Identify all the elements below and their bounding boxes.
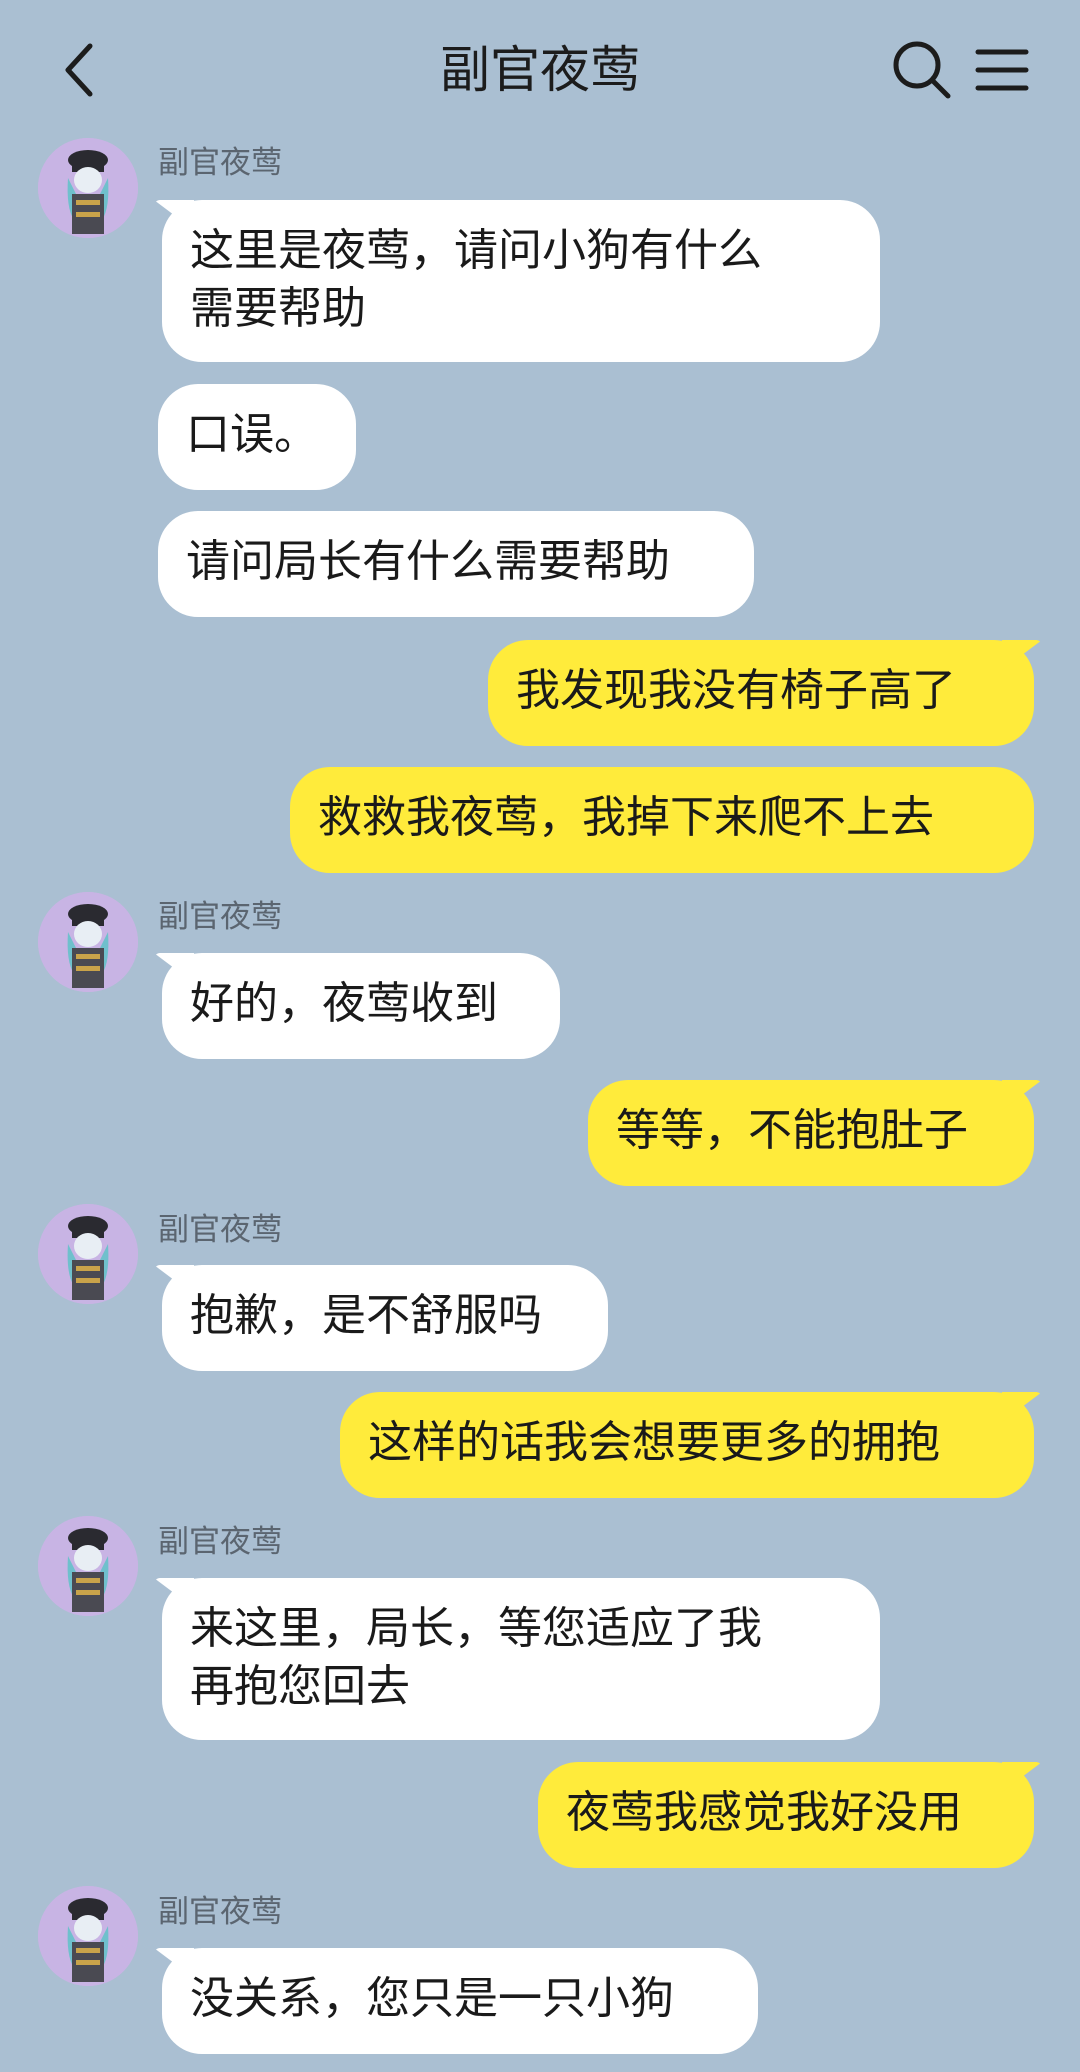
message-bubble-outgoing[interactable]: 夜莺我感觉我好没用 [538, 1762, 1034, 1868]
message-bubble-incoming[interactable]: 来这里，局长，等您适应了我 再抱您回去 [162, 1578, 880, 1740]
message-bubble-outgoing[interactable]: 这样的话我会想要更多的拥抱 [340, 1392, 1034, 1498]
avatar-image-icon [38, 1204, 138, 1304]
message-bubble-incoming[interactable]: 请问局长有什么需要帮助 [158, 511, 754, 617]
message-text: 需要帮助 [190, 283, 366, 334]
message-bubble-outgoing[interactable]: 我发现我没有椅子高了 [488, 640, 1034, 746]
sender-name: 副官夜莺 [158, 1212, 282, 1248]
avatar[interactable] [38, 1204, 138, 1304]
message-text: 我发现我没有椅子高了 [516, 665, 956, 716]
sender-name: 副官夜莺 [158, 145, 282, 181]
message-text: 再抱您回去 [190, 1661, 410, 1712]
message-text: 来这里，局长，等您适应了我 [190, 1603, 762, 1654]
message-bubble-incoming[interactable]: 这里是夜莺，请问小狗有什么 需要帮助 [162, 200, 880, 362]
message-bubble-outgoing[interactable]: 救救我夜莺，我掉下来爬不上去 [290, 767, 1034, 873]
avatar-image-icon [38, 1516, 138, 1616]
avatar[interactable] [38, 1516, 138, 1616]
avatar[interactable] [38, 138, 138, 238]
message-bubble-incoming[interactable]: 好的，夜莺收到 [162, 953, 560, 1059]
message-text: 没关系，您只是一只小狗 [190, 1973, 674, 2024]
message-text: 这样的话我会想要更多的拥抱 [368, 1417, 940, 1468]
sender-name: 副官夜莺 [158, 1524, 282, 1560]
message-text: 救救我夜莺，我掉下来爬不上去 [318, 792, 934, 843]
avatar-image-icon [38, 138, 138, 238]
message-bubble-incoming[interactable]: 抱歉，是不舒服吗 [162, 1265, 608, 1371]
sender-name: 副官夜莺 [158, 1894, 282, 1930]
message-text: 夜莺我感觉我好没用 [566, 1787, 962, 1838]
chat-area: 副官夜莺 这里是夜莺，请问小狗有什么 需要帮助 口误。 请问局长有什么需要帮助 … [0, 0, 1080, 2072]
message-bubble-outgoing[interactable]: 等等，不能抱肚子 [588, 1080, 1034, 1186]
avatar-image-icon [38, 892, 138, 992]
message-text: 抱歉，是不舒服吗 [190, 1290, 542, 1341]
message-bubble-incoming[interactable]: 没关系，您只是一只小狗 [162, 1948, 758, 2054]
message-text: 口误。 [186, 409, 318, 460]
message-text: 这里是夜莺，请问小狗有什么 [190, 225, 762, 276]
sender-name: 副官夜莺 [158, 899, 282, 935]
avatar-image-icon [38, 1886, 138, 1986]
message-text: 好的，夜莺收到 [190, 978, 498, 1029]
message-bubble-incoming[interactable]: 口误。 [158, 384, 356, 490]
message-text: 等等，不能抱肚子 [616, 1105, 968, 1156]
message-text: 请问局长有什么需要帮助 [186, 536, 670, 587]
avatar[interactable] [38, 1886, 138, 1986]
avatar[interactable] [38, 892, 138, 992]
